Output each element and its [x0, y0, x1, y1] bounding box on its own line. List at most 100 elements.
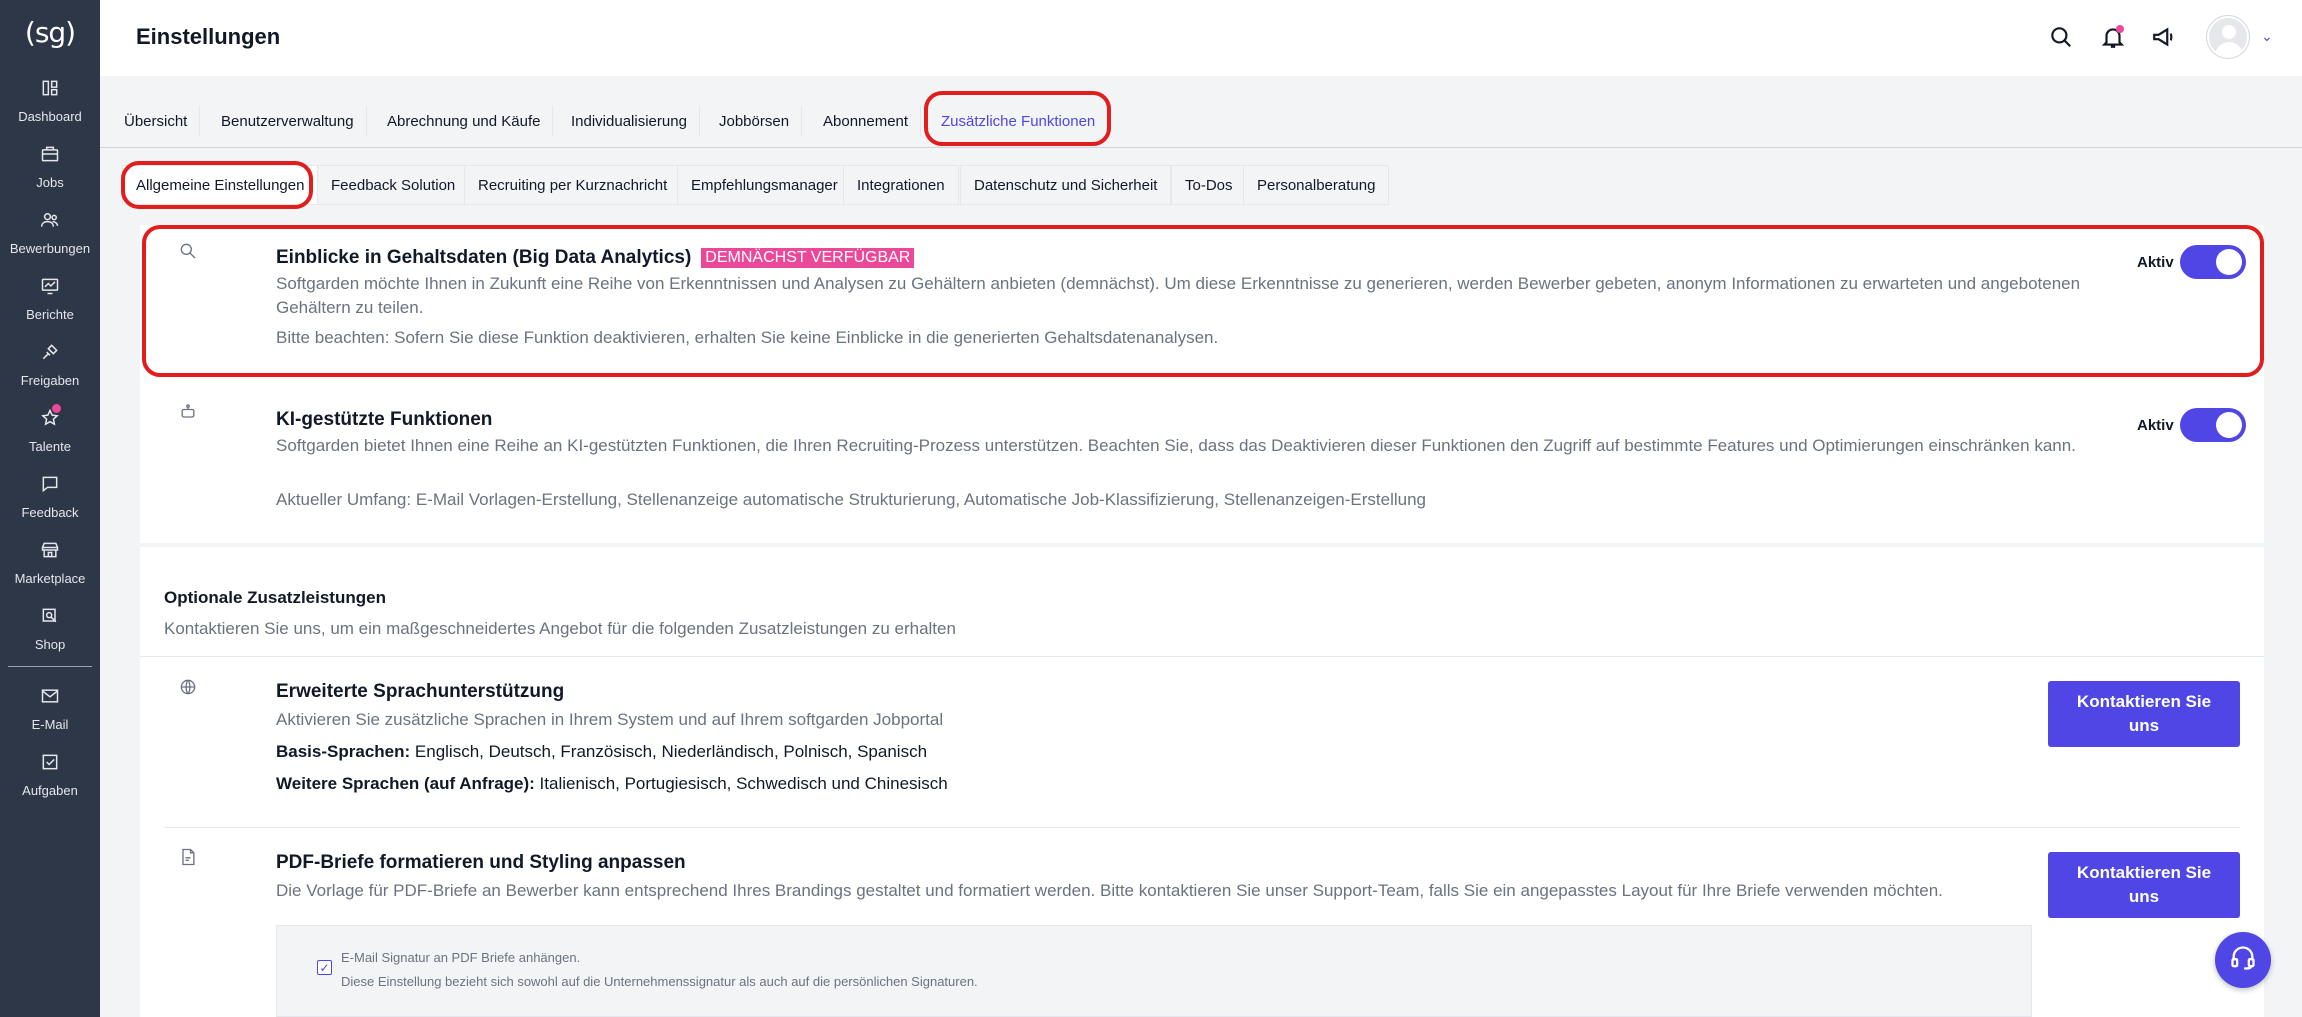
sidebar-item-label: Jobs: [36, 175, 64, 190]
toggle-ai-functions[interactable]: Aktiv: [2137, 408, 2246, 442]
subtab-personalberatung[interactable]: Personalberatung: [1243, 165, 1390, 205]
star-icon: [40, 404, 61, 433]
subtab-empfehlungsmanager[interactable]: Empfehlungsmanager: [677, 165, 852, 205]
feature-ai-functions: KI-gestützte Funktionen Softgarden biete…: [140, 388, 2264, 538]
tab-uebersicht[interactable]: Übersicht: [112, 106, 201, 136]
contact-button-pdf[interactable]: Kontaktieren Sie uns: [2048, 852, 2240, 918]
signature-checkbox-label: E-Mail Signatur an PDF Briefe anhängen.: [341, 950, 581, 965]
settings-content: Einblicke in Gehaltsdaten (Big Data Anal…: [140, 225, 2264, 1017]
sidebar-item-aufgaben[interactable]: Aufgaben: [0, 752, 100, 808]
avatar-body: [2215, 42, 2243, 56]
chart-icon: [40, 276, 60, 301]
globe-icon: [178, 677, 198, 697]
chevron-down-icon[interactable]: ⌄: [2261, 28, 2273, 45]
feature-salary-insights: Einblicke in Gehaltsdaten (Big Data Anal…: [140, 225, 2264, 375]
service-description: Aktivieren Sie zusätzliche Sprachen in I…: [276, 710, 944, 729]
sidebar-item-marketplace[interactable]: Marketplace: [0, 540, 100, 596]
feedback-icon: [40, 474, 60, 499]
section-divider: [140, 543, 2264, 547]
search-icon[interactable]: [2048, 24, 2074, 50]
optional-services-subheading: Kontaktieren Sie uns, um ein maßgeschnei…: [164, 619, 956, 638]
base-languages-label: Basis-Sprachen:: [276, 742, 411, 761]
feature-note: Aktueller Umfang: E-Mail Vorlagen-Erstel…: [276, 490, 1426, 509]
tab-jobboersen[interactable]: Jobbörsen: [707, 106, 803, 136]
tab-benutzerverwaltung[interactable]: Benutzerverwaltung: [209, 106, 367, 136]
contact-button-language[interactable]: Kontaktieren Sie uns: [2048, 681, 2240, 747]
subtab-todos[interactable]: To-Dos: [1171, 165, 1247, 205]
feature-description: Softgarden bietet Ihnen eine Reihe an KI…: [276, 436, 2076, 455]
bell-icon[interactable]: [2100, 24, 2126, 50]
robot-icon: [178, 402, 198, 422]
optional-services-heading: Optionale Zusatzleistungen: [164, 588, 386, 607]
sidebar-item-talente[interactable]: Talente: [0, 404, 100, 464]
subtab-allgemeine-einstellungen[interactable]: Allgemeine Einstellungen: [122, 165, 319, 205]
base-languages: Basis-Sprachen: Englisch, Deutsch, Franz…: [276, 742, 927, 762]
softgarden-logo[interactable]: (sg): [22, 12, 78, 52]
page-title: Einstellungen: [136, 24, 281, 49]
megaphone-icon[interactable]: [2151, 24, 2177, 50]
toggle-label: Aktiv: [2137, 253, 2174, 271]
subtab-integrationen[interactable]: Integrationen: [843, 165, 959, 205]
notification-dot: [2116, 25, 2124, 33]
search-icon: [178, 241, 198, 261]
tasks-icon: [40, 752, 60, 777]
feature-title-text: Einblicke in Gehaltsdaten (Big Data Anal…: [276, 247, 692, 268]
feature-note: Bitte beachten: Sofern Sie diese Funktio…: [276, 328, 1219, 347]
sidebar-item-label: Bewerbungen: [9, 241, 91, 256]
toggle-switch[interactable]: [2179, 245, 2246, 279]
divider: [140, 656, 2264, 657]
subtab-datenschutz[interactable]: Datenschutz und Sicherheit: [960, 165, 1172, 205]
toggle-knob: [2215, 249, 2242, 275]
users-icon: [40, 210, 60, 235]
signature-checkbox-note: Diese Einstellung bezieht sich sowohl au…: [341, 974, 978, 989]
sidebar-item-label: Talente: [29, 439, 71, 454]
tab-abrechnung[interactable]: Abrechnung und Käufe: [375, 106, 554, 136]
approval-icon: [40, 342, 60, 367]
tab-zusaetzliche-funktionen[interactable]: Zusätzliche Funktionen: [929, 106, 1107, 136]
sidebar-item-dashboard[interactable]: Dashboard: [0, 78, 100, 134]
tab-individualisierung[interactable]: Individualisierung: [559, 106, 700, 136]
store-icon: [40, 540, 60, 565]
sidebar-item-bewerbungen[interactable]: Bewerbungen: [0, 210, 100, 266]
toggle-knob: [2215, 412, 2242, 438]
tab-abonnement[interactable]: Abonnement: [811, 106, 922, 136]
briefcase-icon: [40, 144, 60, 169]
notification-dot: [52, 404, 61, 413]
sidebar-item-label: Berichte: [26, 307, 74, 322]
sidebar-item-freigaben[interactable]: Freigaben: [0, 342, 100, 398]
base-languages-value: Englisch, Deutsch, Französisch, Niederlä…: [410, 742, 928, 761]
sidebar-divider: [8, 666, 92, 667]
coming-soon-badge: DEMNÄCHST VERFÜGBAR: [701, 248, 915, 268]
avatar-head: [2222, 25, 2236, 39]
sidebar-item-label: Freigaben: [20, 373, 80, 388]
signature-settings-box: ✓ E-Mail Signatur an PDF Briefe anhängen…: [276, 925, 2032, 1017]
service-title: PDF-Briefe formatieren und Styling anpas…: [276, 852, 686, 873]
subtab-feedback-solution[interactable]: Feedback Solution: [317, 165, 470, 205]
service-title: Erweiterte Sprachunterstützung: [276, 681, 565, 702]
service-description: Die Vorlage für PDF-Briefe an Bewerber k…: [276, 881, 1943, 900]
feature-title: Einblicke in Gehaltsdaten (Big Data Anal…: [276, 247, 915, 269]
sidebar-item-label: Shop: [34, 637, 66, 652]
sidebar-item-label: Marketplace: [14, 571, 86, 586]
top-bar: Einstellungen ⌄: [100, 0, 2302, 76]
sidebar-item-berichte[interactable]: Berichte: [0, 276, 100, 332]
feature-title: KI-gestützte Funktionen: [276, 409, 493, 430]
toggle-label: Aktiv: [2137, 416, 2174, 434]
signature-checkbox[interactable]: ✓: [317, 960, 332, 975]
toggle-salary-insights[interactable]: Aktiv: [2137, 245, 2246, 279]
sidebar-item-label: Feedback: [21, 505, 79, 520]
avatar[interactable]: [2207, 16, 2249, 58]
subtab-recruiting-kurznachricht[interactable]: Recruiting per Kurznachricht: [464, 165, 682, 205]
sidebar-item-shop[interactable]: Shop: [0, 606, 100, 662]
sidebar-item-email[interactable]: E-Mail: [0, 686, 100, 742]
main-tabs: Übersicht Benutzerverwaltung Abrechnung …: [100, 96, 2302, 148]
support-chat-button[interactable]: [2215, 932, 2271, 988]
sidebar-item-jobs[interactable]: Jobs: [0, 144, 100, 200]
feature-description: Softgarden möchte Ihnen in Zukunft eine …: [276, 274, 2081, 317]
sidebar-item-feedback[interactable]: Feedback: [0, 474, 100, 530]
shop-icon: [40, 606, 60, 631]
toggle-switch[interactable]: [2179, 408, 2246, 442]
divider: [164, 827, 2240, 828]
sidebar-item-label: E-Mail: [31, 717, 69, 732]
more-languages-value: Italienisch, Portugiesisch, Schwedisch u…: [534, 774, 948, 793]
